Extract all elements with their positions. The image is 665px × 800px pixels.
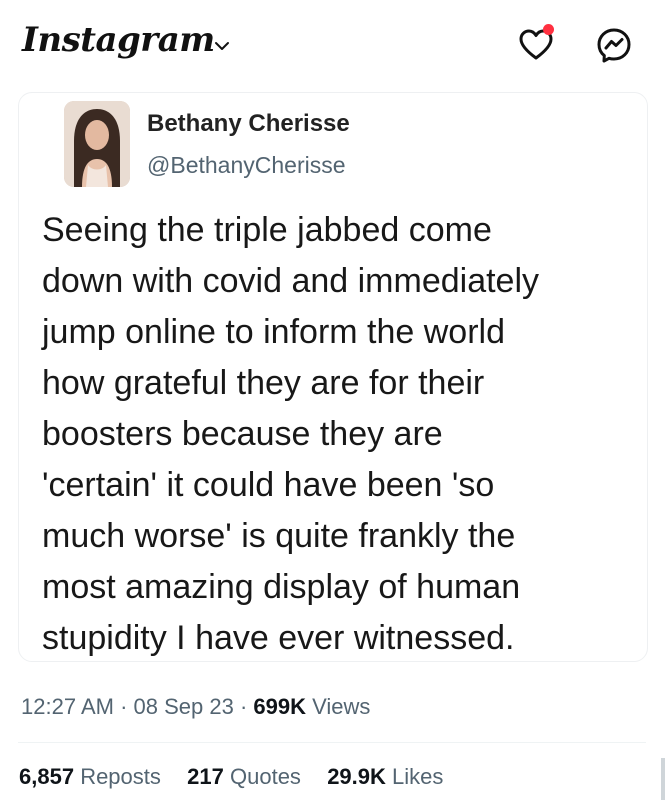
tweet-text-line: stupidity I have ever witnessed. (42, 619, 515, 657)
tweet-text-line: boosters because they are (42, 415, 443, 453)
avatar-photo (64, 101, 130, 187)
tweet-metadata: 12:27 AM · 08 Sep 23 · 699K Views (21, 694, 370, 720)
tweet-text-line: Seeing the triple jabbed come (42, 211, 492, 249)
reposts-stat[interactable]: 6,857 Reposts (19, 764, 167, 789)
likes-count: 29.9K (327, 764, 386, 789)
tweet-text-line: most amazing display of human (42, 568, 521, 606)
instagram-logo[interactable]: Instagram (22, 20, 215, 60)
separator-dot: · (239, 694, 248, 719)
quotes-count: 217 (187, 764, 224, 789)
reposts-label: Reposts (80, 764, 161, 789)
tweet-text-line: jump online to inform the world (42, 313, 506, 351)
tweet-text-line: how grateful they are for their (42, 364, 485, 402)
views-label: Views (312, 694, 371, 719)
avatar[interactable] (64, 101, 130, 187)
tweet-card: Bethany Cherisse @BethanyCherisse Seeing… (18, 92, 648, 662)
chevron-down-icon[interactable] (214, 40, 230, 52)
tweet-text-line: 'certain' it could have been 'so (42, 466, 495, 504)
reposts-count: 6,857 (19, 764, 75, 789)
likes-label: Likes (392, 764, 444, 789)
instagram-header: Instagram (0, 0, 665, 92)
divider (18, 742, 646, 743)
quotes-label: Quotes (230, 764, 301, 789)
tweet-date[interactable]: 08 Sep 23 (134, 694, 234, 719)
notification-dot (543, 24, 554, 35)
instagram-post-screen: Instagram Bethany Cherisse @BethanyCheri… (0, 0, 665, 800)
scrollbar[interactable] (661, 758, 665, 800)
messenger-icon[interactable] (596, 27, 632, 63)
separator-dot: · (120, 694, 128, 719)
tweet-text-line: down with covid and immediately (42, 262, 540, 300)
quotes-stat[interactable]: 217 Quotes (187, 764, 307, 789)
tweet-time[interactable]: 12:27 AM (21, 694, 114, 719)
likes-stat[interactable]: 29.9K Likes (327, 764, 443, 789)
tweet-text: Seeing the triple jabbed come down with … (42, 205, 642, 664)
author-name[interactable]: Bethany Cherisse (147, 110, 350, 138)
author-handle[interactable]: @BethanyCherisse (147, 152, 346, 179)
views-count: 699K (253, 694, 307, 719)
tweet-stats: 6,857 Reposts 217 Quotes 29.9K Likes (19, 764, 443, 790)
tweet-text-line: much worse' is quite frankly the (42, 517, 516, 555)
